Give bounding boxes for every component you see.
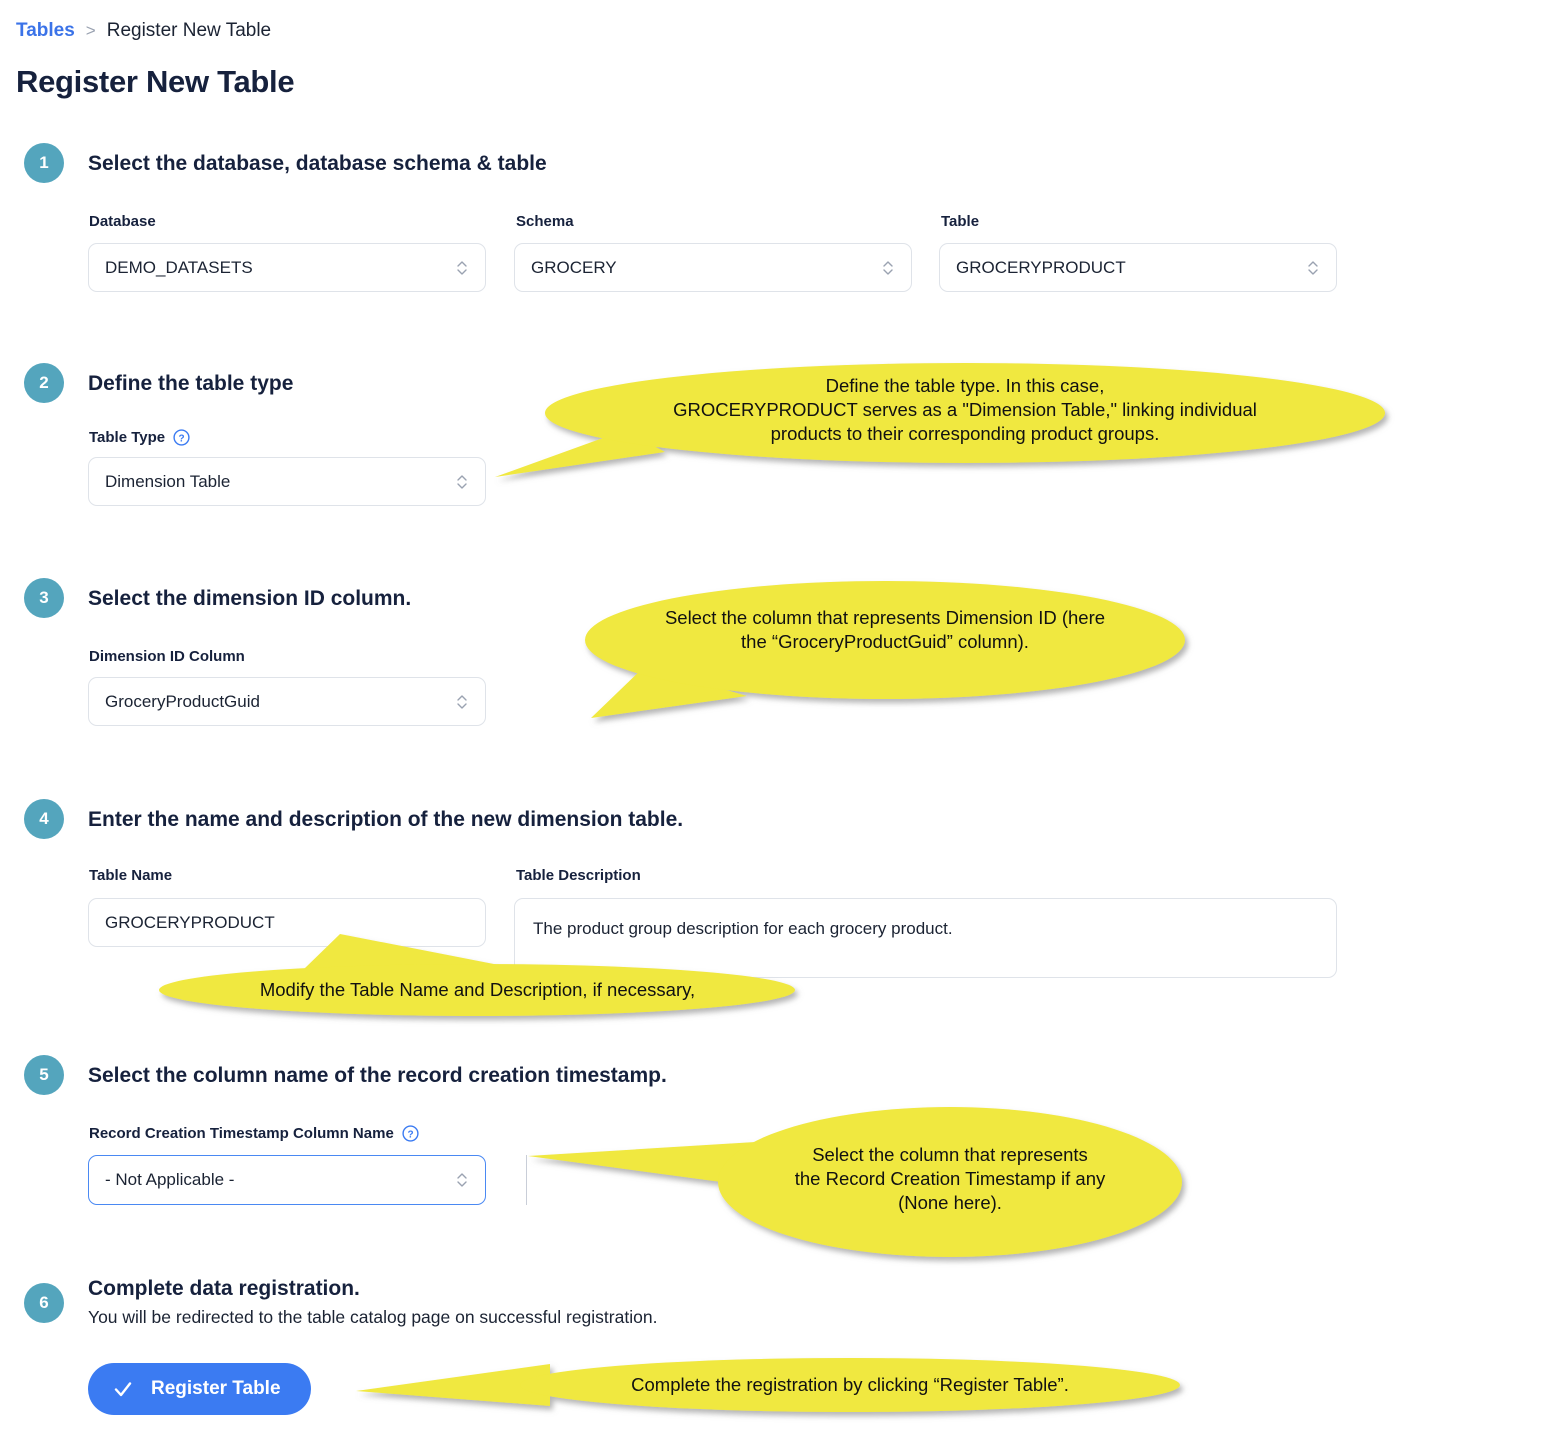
record-creation-timestamp-label: Record Creation Timestamp Column Name ? bbox=[89, 1125, 419, 1142]
table-label-text: Table bbox=[941, 213, 980, 230]
schema-select[interactable]: GROCERY bbox=[514, 243, 912, 292]
chevron-updown-icon bbox=[881, 258, 895, 278]
table-name-label-text: Table Name bbox=[89, 867, 173, 884]
table-type-value: Dimension Table bbox=[105, 471, 231, 491]
dimension-id-column-select[interactable]: GroceryProductGuid bbox=[88, 677, 486, 726]
table-description-label: Table Description bbox=[516, 867, 641, 884]
step-badge-6: 6 bbox=[24, 1283, 64, 1323]
table-name-label: Table Name bbox=[89, 867, 172, 884]
table-value: GROCERYPRODUCT bbox=[956, 257, 1126, 277]
table-type-label: Table Type ? bbox=[89, 429, 190, 446]
record-creation-timestamp-value: - Not Applicable - bbox=[105, 1170, 235, 1189]
chevron-updown-icon bbox=[455, 472, 469, 492]
schema-value: GROCERY bbox=[531, 257, 617, 277]
database-select[interactable]: DEMO_DATASETS bbox=[88, 243, 486, 292]
step-badge-3: 3 bbox=[24, 578, 64, 618]
help-icon[interactable]: ? bbox=[402, 1125, 419, 1142]
register-table-button-label: Register Table bbox=[151, 1378, 281, 1399]
dimension-id-column-label: Dimension ID Column bbox=[89, 648, 245, 665]
step-badge-5: 5 bbox=[24, 1055, 64, 1095]
callout-table-name: Modify the Table Name and Description, i… bbox=[155, 928, 815, 1020]
step-subtitle-6: You will be redirected to the table cata… bbox=[88, 1307, 658, 1327]
record-creation-timestamp-select[interactable]: - Not Applicable - bbox=[88, 1155, 486, 1205]
dimension-id-column-value: GroceryProductGuid bbox=[105, 691, 260, 711]
svg-text:?: ? bbox=[407, 1129, 413, 1140]
table-type-select[interactable]: Dimension Table bbox=[88, 457, 486, 506]
record-creation-timestamp-label-text: Record Creation Timestamp Column Name bbox=[89, 1125, 394, 1142]
step-badge-2: 2 bbox=[24, 363, 64, 403]
svg-text:?: ? bbox=[179, 433, 185, 444]
breadcrumb: Tables > Register New Table bbox=[16, 20, 271, 42]
check-icon bbox=[112, 1378, 134, 1400]
table-description-label-text: Table Description bbox=[516, 867, 641, 884]
database-label-text: Database bbox=[89, 213, 156, 230]
step-title-1: Select the database, database schema & t… bbox=[88, 152, 547, 175]
chevron-updown-icon bbox=[1306, 258, 1320, 278]
schema-label: Schema bbox=[516, 213, 574, 230]
table-label: Table bbox=[941, 213, 979, 230]
database-label: Database bbox=[89, 213, 156, 230]
step-title-3: Select the dimension ID column. bbox=[88, 587, 412, 610]
step-badge-4: 4 bbox=[24, 799, 64, 839]
page-title: Register New Table bbox=[16, 64, 295, 99]
step-title-5: Select the column name of the record cre… bbox=[88, 1064, 667, 1087]
chevron-updown-icon bbox=[455, 258, 469, 278]
breadcrumb-current: Register New Table bbox=[106, 20, 272, 41]
chevron-updown-icon bbox=[455, 1170, 469, 1190]
dimension-id-column-label-text: Dimension ID Column bbox=[89, 648, 245, 665]
callout-register: Complete the registration by clicking “R… bbox=[350, 1340, 1190, 1432]
database-value: DEMO_DATASETS bbox=[105, 257, 253, 277]
chevron-updown-icon bbox=[455, 692, 469, 712]
help-icon[interactable]: ? bbox=[173, 429, 190, 446]
step-title-2: Define the table type bbox=[88, 372, 294, 395]
breadcrumb-link-tables[interactable]: Tables bbox=[16, 20, 75, 42]
step-title-4: Enter the name and description of the ne… bbox=[88, 808, 684, 831]
table-type-label-text: Table Type bbox=[89, 429, 166, 446]
breadcrumb-separator: > bbox=[85, 21, 96, 40]
step-badge-1: 1 bbox=[24, 143, 64, 183]
step-title-6: Complete data registration. bbox=[88, 1277, 360, 1300]
schema-label-text: Schema bbox=[516, 213, 574, 230]
callout-dimension-id: Select the column that represents Dimens… bbox=[575, 578, 1205, 723]
table-select[interactable]: GROCERYPRODUCT bbox=[939, 243, 1337, 292]
callout-timestamp: Select the column that represents the Re… bbox=[520, 1095, 1185, 1270]
callout-table-type: Define the table type. In this case, GRO… bbox=[490, 360, 1400, 485]
register-table-button[interactable]: Register Table bbox=[88, 1363, 311, 1415]
